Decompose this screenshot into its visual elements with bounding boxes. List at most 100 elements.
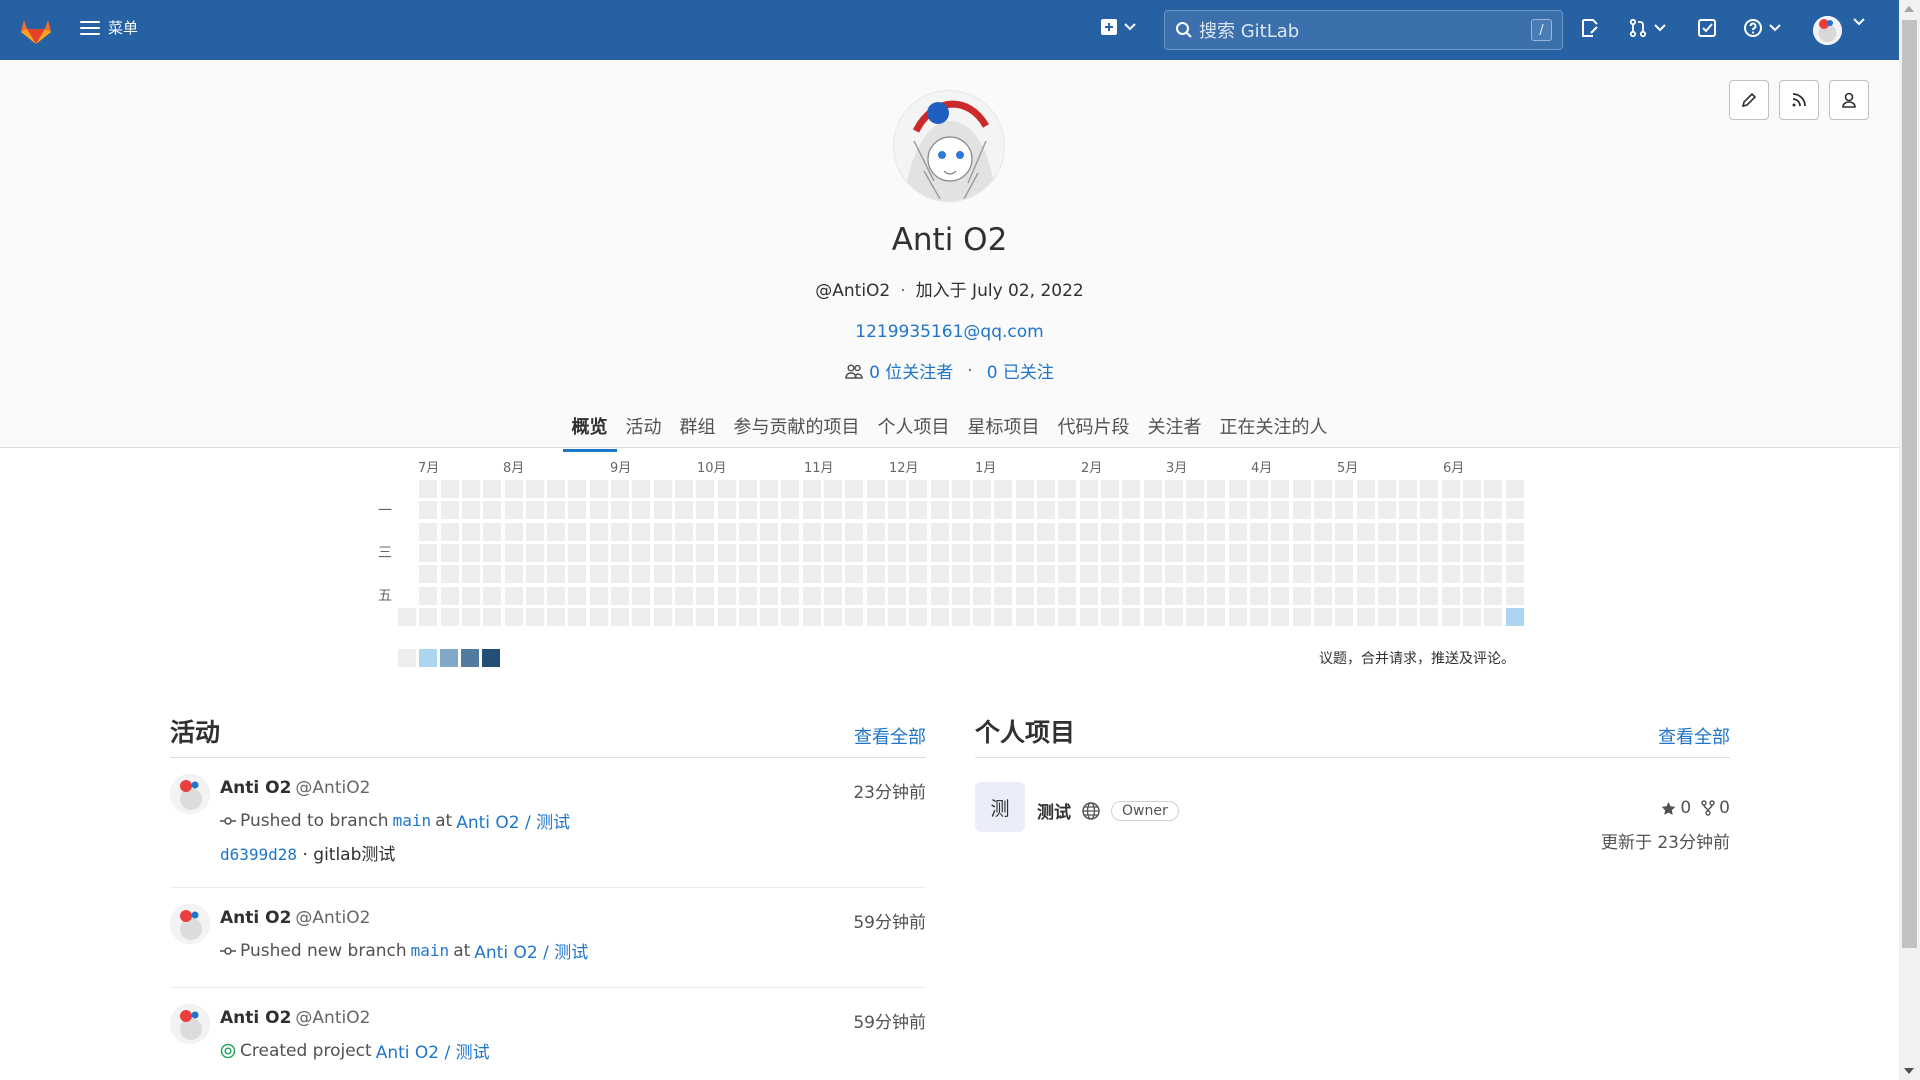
calendar-day-cell[interactable] — [568, 522, 587, 541]
calendar-day-cell[interactable] — [717, 480, 736, 498]
calendar-day-cell[interactable] — [1271, 586, 1290, 605]
calendar-day-cell[interactable] — [1313, 480, 1332, 498]
calendar-day-cell[interactable] — [1420, 586, 1439, 605]
calendar-day-cell[interactable] — [1441, 543, 1460, 562]
calendar-day-cell[interactable] — [1058, 480, 1077, 498]
event-project-link[interactable]: Anti O2 / 测试 — [474, 938, 588, 963]
calendar-day-cell[interactable] — [887, 480, 906, 498]
calendar-day-cell[interactable] — [824, 565, 842, 584]
calendar-day-cell[interactable] — [1399, 480, 1418, 498]
calendar-day-cell[interactable] — [909, 565, 928, 584]
calendar-day-cell[interactable] — [1079, 501, 1098, 520]
calendar-day-cell[interactable] — [1463, 522, 1481, 541]
calendar-day-cell[interactable] — [930, 565, 949, 584]
calendar-day-cell[interactable] — [440, 543, 459, 562]
followers-link[interactable]: 0 位关注者 — [869, 358, 953, 383]
calendar-day-cell[interactable] — [1399, 522, 1418, 541]
calendar-day-cell[interactable] — [1015, 522, 1034, 541]
calendar-day-cell[interactable] — [973, 607, 992, 626]
calendar-day-cell[interactable] — [909, 586, 928, 605]
calendar-day-cell[interactable] — [1228, 543, 1247, 562]
calendar-day-cell[interactable] — [930, 586, 949, 605]
calendar-day-cell[interactable] — [1207, 607, 1226, 626]
calendar-day-cell[interactable] — [674, 480, 693, 498]
calendar-day-cell[interactable] — [1250, 480, 1268, 498]
calendar-day-cell[interactable] — [611, 565, 629, 584]
calendar-day-cell[interactable] — [1164, 586, 1183, 605]
calendar-day-cell[interactable] — [1399, 586, 1418, 605]
calendar-day-cell[interactable] — [781, 543, 800, 562]
calendar-day-cell[interactable] — [1292, 586, 1311, 605]
following-link[interactable]: 0 已关注 — [987, 358, 1054, 383]
calendar-day-cell[interactable] — [994, 480, 1013, 498]
rss-feed-button[interactable] — [1779, 80, 1819, 120]
calendar-day-cell[interactable] — [1228, 501, 1247, 520]
calendar-day-cell[interactable] — [909, 543, 928, 562]
calendar-day-cell[interactable] — [440, 501, 459, 520]
calendar-day-cell[interactable] — [1250, 586, 1268, 605]
calendar-day-cell[interactable] — [1441, 586, 1460, 605]
calendar-day-cell[interactable] — [611, 586, 629, 605]
calendar-day-cell[interactable] — [547, 607, 566, 626]
calendar-day-cell[interactable] — [887, 607, 906, 626]
calendar-day-cell[interactable] — [461, 565, 480, 584]
calendar-day-cell[interactable] — [1313, 522, 1332, 541]
calendar-day-cell[interactable] — [781, 565, 800, 584]
calendar-day-cell[interactable] — [632, 565, 651, 584]
calendar-day-cell[interactable] — [1420, 522, 1439, 541]
calendar-day-cell[interactable] — [824, 543, 842, 562]
calendar-day-cell[interactable] — [547, 543, 566, 562]
calendar-day-cell[interactable] — [611, 607, 629, 626]
project-avatar[interactable]: 测 — [975, 782, 1025, 832]
gitlab-logo-icon[interactable] — [19, 13, 53, 45]
calendar-day-cell[interactable] — [760, 501, 779, 520]
calendar-day-cell[interactable] — [760, 480, 779, 498]
calendar-day-cell[interactable] — [1228, 607, 1247, 626]
calendar-day-cell[interactable] — [994, 607, 1013, 626]
calendar-day-cell[interactable] — [1079, 565, 1098, 584]
calendar-day-cell[interactable] — [1037, 586, 1055, 605]
calendar-day-cell[interactable] — [525, 586, 544, 605]
calendar-day-cell[interactable] — [1505, 501, 1524, 520]
calendar-day-cell[interactable] — [1100, 522, 1119, 541]
event-author-name[interactable]: Anti O2 — [220, 778, 291, 798]
calendar-day-cell[interactable] — [760, 522, 779, 541]
calendar-day-cell[interactable] — [1313, 565, 1332, 584]
tab-contributed-projects[interactable]: 参与贡献的项目 — [725, 408, 869, 448]
calendar-day-cell[interactable] — [1143, 501, 1162, 520]
calendar-day-cell[interactable] — [1079, 522, 1098, 541]
calendar-day-cell[interactable] — [1186, 501, 1205, 520]
calendar-day-cell[interactable] — [1186, 543, 1205, 562]
calendar-day-cell[interactable] — [568, 480, 587, 498]
calendar-day-cell[interactable] — [887, 501, 906, 520]
calendar-day-cell[interactable] — [1079, 607, 1098, 626]
calendar-day-cell[interactable] — [1186, 607, 1205, 626]
calendar-day-cell[interactable] — [1207, 565, 1226, 584]
calendar-day-cell[interactable] — [845, 543, 864, 562]
calendar-day-cell[interactable] — [1100, 586, 1119, 605]
calendar-day-cell[interactable] — [1079, 543, 1098, 562]
calendar-day-cell[interactable] — [1335, 501, 1354, 520]
calendar-day-cell[interactable] — [717, 607, 736, 626]
calendar-day-cell[interactable] — [994, 586, 1013, 605]
calendar-day-cell[interactable] — [994, 522, 1013, 541]
calendar-day-cell[interactable] — [1164, 607, 1183, 626]
calendar-day-cell[interactable] — [674, 501, 693, 520]
calendar-day-cell[interactable] — [1441, 522, 1460, 541]
calendar-day-cell[interactable] — [525, 543, 544, 562]
calendar-day-cell[interactable] — [738, 501, 757, 520]
calendar-day-cell[interactable] — [738, 543, 757, 562]
event-branch-link[interactable]: main — [393, 811, 432, 830]
merge-requests-dropdown[interactable] — [1628, 18, 1666, 38]
calendar-day-cell[interactable] — [419, 501, 438, 520]
calendar-day-cell[interactable] — [1058, 586, 1077, 605]
calendar-day-cell[interactable] — [973, 522, 992, 541]
calendar-day-cell[interactable] — [738, 607, 757, 626]
calendar-day-cell[interactable] — [1186, 480, 1205, 498]
calendar-day-cell[interactable] — [483, 522, 502, 541]
calendar-day-cell[interactable] — [909, 480, 928, 498]
calendar-day-cell[interactable] — [525, 522, 544, 541]
calendar-day-cell[interactable] — [398, 607, 416, 626]
calendar-day-cell[interactable] — [994, 543, 1013, 562]
calendar-day-cell[interactable] — [760, 543, 779, 562]
